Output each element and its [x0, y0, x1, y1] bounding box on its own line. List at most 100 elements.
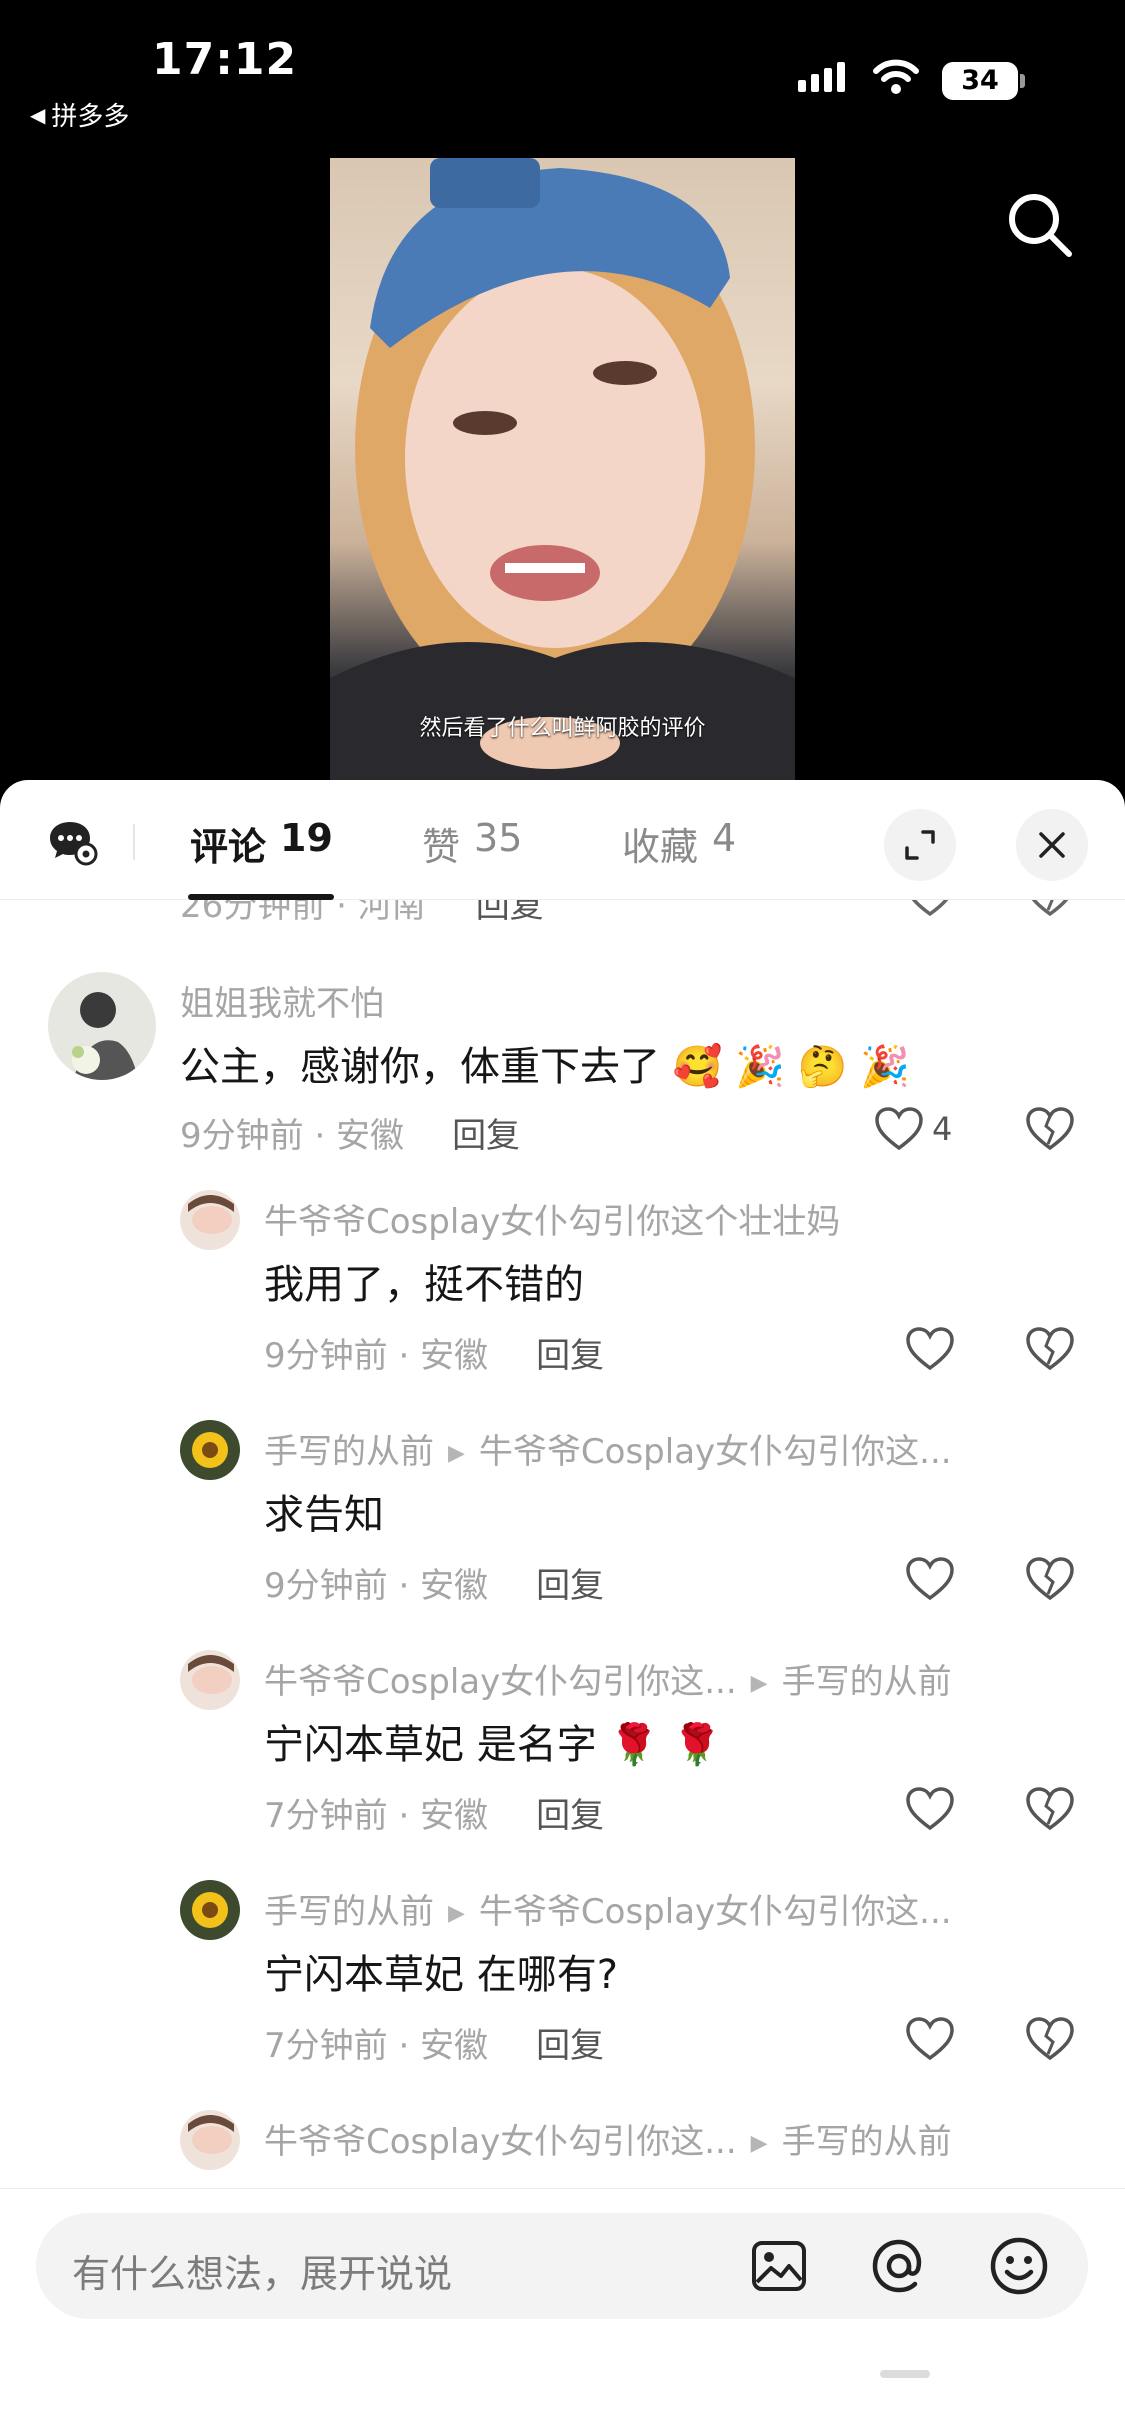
tab-comments[interactable]: 评论 19 — [190, 816, 333, 871]
insert-image-button[interactable] — [748, 2235, 810, 2297]
comment-text: 宁闪本草妃 在哪有? — [264, 1952, 618, 1998]
reply-button[interactable]: 回复 — [536, 1566, 604, 1606]
tab-favorites-count: 4 — [712, 816, 737, 860]
status-bar: 17:12 ◀ 拼多多 34 — [0, 0, 1125, 150]
comment-author[interactable]: 手写的从前 ▶ 牛爷爷Cosplay女仆勾引你这... — [264, 1884, 952, 1933]
reply-target-name: 手写的从前 — [781, 2122, 952, 2162]
comment-author[interactable]: 牛爷爷Cosplay女仆勾引你这个壮壮妈 — [264, 1194, 840, 1243]
tab-comments-label: 评论 — [190, 825, 267, 869]
tab-favorites[interactable]: 收藏 4 — [622, 816, 736, 871]
comment-meta: 9分钟前 · 安徽 回复 — [264, 1558, 604, 1607]
comment-time-location: 9分钟前 · 安徽 — [264, 1336, 489, 1376]
reply-target-name: 牛爷爷Cosplay女仆勾引你这... — [478, 1892, 952, 1932]
expand-icon — [905, 830, 935, 860]
battery-tip — [1020, 74, 1025, 88]
expand-button[interactable] — [884, 809, 956, 881]
comment-text: 我用了，挺不错的 — [264, 1262, 584, 1308]
comment-input[interactable]: 有什么想法，展开说说 — [36, 2213, 1088, 2319]
home-indicator — [880, 2370, 930, 2378]
reply-button[interactable]: 回复 — [536, 1336, 604, 1376]
emoji-icon — [990, 2237, 1048, 2295]
broken-heart-icon[interactable] — [1025, 1786, 1075, 1832]
avatar[interactable] — [180, 1880, 240, 1940]
comment-input-placeholder: 有什么想法，展开说说 — [72, 2252, 453, 2296]
comment-text: 宁闪本草妃 是名字 🌹 🌹 — [264, 1722, 722, 1768]
reply-button[interactable]: 回复 — [452, 1116, 520, 1156]
avatar[interactable] — [48, 972, 156, 1080]
chat-bubble-icon — [50, 822, 98, 866]
reply-arrow-icon: ▶ — [448, 1441, 465, 1466]
broken-heart-icon[interactable] — [1025, 1556, 1075, 1602]
comment-text: 求告知 — [264, 1492, 384, 1538]
comment-meta: 7分钟前 · 安徽 回复 — [264, 1788, 604, 1837]
search-icon — [1009, 194, 1072, 257]
avatar[interactable] — [180, 1650, 240, 1710]
broken-heart-icon[interactable] — [1025, 1326, 1075, 1372]
comment-time-location: 7分钟前 · 安徽 — [264, 2026, 489, 2066]
like-count: 4 — [932, 1110, 953, 1148]
comment-time-location: 9分钟前 · 安徽 — [264, 1566, 489, 1606]
close-icon — [1039, 832, 1065, 858]
comment-author[interactable]: 姐姐我就不怕 — [180, 976, 384, 1025]
avatar[interactable] — [180, 2110, 240, 2170]
tab-likes-count: 35 — [474, 816, 523, 860]
tab-likes-label: 赞 — [422, 825, 461, 869]
back-app-label: 拼多多 — [51, 102, 130, 132]
reply-button[interactable]: 回复 — [536, 2026, 604, 2066]
search-button[interactable] — [1005, 190, 1075, 264]
avatar[interactable] — [180, 1190, 240, 1250]
comment-author[interactable]: 牛爷爷Cosplay女仆勾引你这... ▶ 手写的从前 — [264, 1654, 952, 1703]
tab-divider — [133, 824, 135, 860]
emoji-button[interactable] — [988, 2235, 1050, 2297]
reply-button[interactable]: 回复 — [536, 1796, 604, 1836]
back-to-app-button[interactable]: ◀ 拼多多 — [30, 96, 129, 133]
video-subtitle: 然后看了什么叫鲜阿胶的评价 — [419, 716, 706, 741]
heart-icon[interactable] — [905, 1786, 955, 1832]
comment-meta: 9分钟前 · 安徽 回复 — [264, 1328, 604, 1377]
comment-list[interactable]: 26分钟前 · 河南 回复 姐姐我就不怕 公主，感谢你，体重下去了 🥰 🎉 🤔 🎉… — [0, 900, 1125, 2190]
comment-tab-bar: 评论 19 赞 35 收藏 4 — [0, 780, 1125, 900]
reply-target-name: 手写的从前 — [781, 1662, 952, 1702]
status-time: 17:12 — [152, 34, 298, 85]
image-icon — [752, 2241, 806, 2291]
comment-composer: 有什么想法，展开说说 — [0, 2188, 1125, 2436]
heart-icon[interactable] — [905, 900, 955, 918]
video-frame — [330, 158, 795, 798]
comment-time-location: 9分钟前 · 安徽 — [180, 1116, 405, 1156]
heart-icon[interactable] — [905, 1326, 955, 1372]
reply-target-name: 牛爷爷Cosplay女仆勾引你这... — [478, 1432, 952, 1472]
comment-author-name: 手写的从前 — [264, 1892, 434, 1932]
video-player[interactable]: 然后看了什么叫鲜阿胶的评价 — [330, 158, 795, 798]
close-button[interactable] — [1016, 809, 1088, 881]
like-button[interactable]: 4 — [874, 1106, 952, 1152]
broken-heart-icon[interactable] — [1025, 2016, 1075, 2062]
comment-author-name: 手写的从前 — [264, 1432, 434, 1472]
tab-favorites-label: 收藏 — [622, 825, 699, 869]
comment-meta: 9分钟前 · 安徽 回复 — [180, 1108, 520, 1157]
comment-meta: 7分钟前 · 安徽 回复 — [264, 2018, 604, 2067]
battery-indicator: 34 — [942, 62, 1018, 100]
at-icon — [872, 2239, 922, 2293]
comments-sheet: 评论 19 赞 35 收藏 4 26分钟前 · 河南 回复 姐姐我就不怕 公主，… — [0, 780, 1125, 2436]
back-triangle-icon: ◀ — [30, 102, 46, 127]
comment-author-name: 牛爷爷Cosplay女仆勾引你这... — [264, 2122, 737, 2162]
heart-icon — [875, 1107, 923, 1151]
tab-likes[interactable]: 赞 35 — [422, 816, 522, 871]
comment-author[interactable]: 手写的从前 ▶ 牛爷爷Cosplay女仆勾引你这... — [264, 1424, 952, 1473]
reply-button[interactable]: 回复 — [476, 900, 544, 926]
heart-icon[interactable] — [905, 1556, 955, 1602]
broken-heart-icon[interactable] — [1025, 1106, 1075, 1152]
comment-meta: 26分钟前 · 河南 回复 — [180, 900, 544, 927]
wifi-icon — [873, 59, 919, 94]
reply-arrow-icon: ▶ — [448, 1901, 465, 1926]
broken-heart-icon[interactable] — [1025, 900, 1075, 918]
reply-arrow-icon: ▶ — [750, 2131, 768, 2156]
comment-author[interactable]: 牛爷爷Cosplay女仆勾引你这... ▶ 手写的从前 — [264, 2114, 952, 2163]
comment-author-name: 牛爷爷Cosplay女仆勾引你这... — [264, 1662, 737, 1702]
cellular-signal-icon — [798, 62, 845, 92]
heart-icon[interactable] — [905, 2016, 955, 2062]
comment-settings-button[interactable] — [48, 820, 98, 870]
mention-button[interactable] — [868, 2235, 930, 2297]
comment-time-location: 26分钟前 · 河南 — [180, 900, 426, 926]
avatar[interactable] — [180, 1420, 240, 1480]
